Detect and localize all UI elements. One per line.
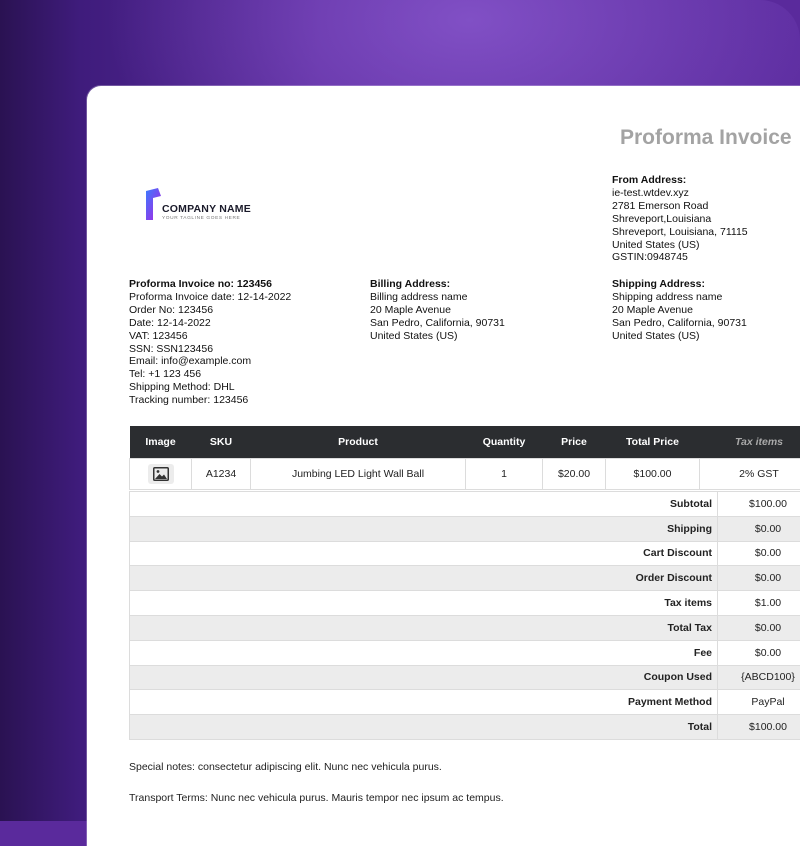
totals-row-subtotal: Subtotal$100.00 bbox=[130, 492, 800, 517]
totals-value: {ABCD100} bbox=[718, 665, 800, 690]
invoice-detail-line: Tel: +1 123 456 bbox=[129, 368, 291, 381]
totals-row-coupon: Coupon Used{ABCD100} bbox=[130, 665, 800, 690]
totals-label: Payment Method bbox=[130, 690, 718, 715]
totals-label: Subtotal bbox=[130, 492, 718, 517]
invoice-detail-line: Shipping Method: DHL bbox=[129, 381, 291, 394]
shipping-address-line: Shipping address name bbox=[612, 291, 747, 304]
totals-table: Subtotal$100.00 Shipping$0.00 Cart Disco… bbox=[129, 491, 800, 740]
invoice-detail-line: Email: info@example.com bbox=[129, 355, 291, 368]
shipping-address-line: 20 Maple Avenue bbox=[612, 304, 747, 317]
from-address: From Address: ie-test.wtdev.xyz 2781 Eme… bbox=[612, 174, 748, 264]
totals-row-shipping: Shipping$0.00 bbox=[130, 516, 800, 541]
totals-value: $100.00 bbox=[718, 715, 800, 740]
company-tagline: YOUR TAGLINE GOES HERE bbox=[162, 216, 240, 221]
table-row: A1234 Jumbing LED Light Wall Ball 1 $20.… bbox=[130, 459, 800, 490]
invoice-title: Proforma Invoice bbox=[620, 126, 792, 150]
column-header-image: Image bbox=[130, 426, 192, 459]
column-header-tax-items: Tax items bbox=[700, 426, 800, 459]
totals-label: Tax items bbox=[130, 591, 718, 616]
invoice-detail-line: Order No: 123456 bbox=[129, 304, 291, 317]
shipping-address-line: San Pedro, California, 90731 bbox=[612, 317, 747, 330]
totals-value: $1.00 bbox=[718, 591, 800, 616]
from-address-line: 2781 Emerson Road bbox=[612, 200, 748, 213]
totals-row-cart-discount: Cart Discount$0.00 bbox=[130, 541, 800, 566]
totals-value: PayPal bbox=[718, 690, 800, 715]
totals-row-payment-method: Payment MethodPayPal bbox=[130, 690, 800, 715]
billing-address: Billing Address: Billing address name 20… bbox=[370, 278, 505, 343]
totals-row-order-discount: Order Discount$0.00 bbox=[130, 566, 800, 591]
item-total-price: $100.00 bbox=[606, 459, 700, 490]
totals-label: Total Tax bbox=[130, 615, 718, 640]
shipping-address-heading: Shipping Address: bbox=[612, 278, 747, 291]
billing-address-line: San Pedro, California, 90731 bbox=[370, 317, 505, 330]
shipping-address: Shipping Address: Shipping address name … bbox=[612, 278, 747, 343]
column-header-total-price: Total Price bbox=[606, 426, 700, 459]
item-tax: 2% GST bbox=[700, 459, 800, 490]
item-quantity: 1 bbox=[466, 459, 543, 490]
totals-value: $0.00 bbox=[718, 516, 800, 541]
invoice-detail-line: VAT: 123456 bbox=[129, 330, 291, 343]
invoice-detail-line: Tracking number: 123456 bbox=[129, 394, 291, 407]
from-address-line: Shreveport, Louisiana, 71115 bbox=[612, 226, 748, 239]
image-placeholder-icon bbox=[148, 464, 174, 484]
from-address-line: Shreveport,Louisiana bbox=[612, 213, 748, 226]
totals-value: $0.00 bbox=[718, 615, 800, 640]
invoice-detail-line: Proforma Invoice date: 12-14-2022 bbox=[129, 291, 291, 304]
column-header-price: Price bbox=[543, 426, 606, 459]
item-sku: A1234 bbox=[192, 459, 251, 490]
special-notes: Special notes: consectetur adipiscing el… bbox=[129, 761, 442, 773]
totals-row-fee: Fee$0.00 bbox=[130, 640, 800, 665]
company-name: COMPANY NAME bbox=[162, 203, 251, 215]
totals-value: $100.00 bbox=[718, 492, 800, 517]
totals-row-total-tax: Total Tax$0.00 bbox=[130, 615, 800, 640]
from-address-line: United States (US) bbox=[612, 239, 748, 252]
totals-value: $0.00 bbox=[718, 640, 800, 665]
totals-label: Total bbox=[130, 715, 718, 740]
item-price: $20.00 bbox=[543, 459, 606, 490]
totals-label: Cart Discount bbox=[130, 541, 718, 566]
column-header-product: Product bbox=[251, 426, 466, 459]
billing-address-line: Billing address name bbox=[370, 291, 505, 304]
from-address-line: ie-test.wtdev.xyz bbox=[612, 187, 748, 200]
totals-label: Coupon Used bbox=[130, 665, 718, 690]
totals-label: Order Discount bbox=[130, 566, 718, 591]
totals-value: $0.00 bbox=[718, 541, 800, 566]
billing-address-heading: Billing Address: bbox=[370, 278, 505, 291]
item-product: Jumbing LED Light Wall Ball bbox=[251, 459, 466, 490]
column-header-quantity: Quantity bbox=[466, 426, 543, 459]
totals-row-tax-items: Tax items$1.00 bbox=[130, 591, 800, 616]
shipping-address-line: United States (US) bbox=[612, 330, 747, 343]
transport-terms: Transport Terms: Nunc nec vehicula purus… bbox=[129, 792, 504, 804]
company-logo-icon bbox=[145, 188, 161, 220]
totals-label: Fee bbox=[130, 640, 718, 665]
totals-row-total: Total$100.00 bbox=[130, 715, 800, 740]
totals-label: Shipping bbox=[130, 516, 718, 541]
billing-address-line: United States (US) bbox=[370, 330, 505, 343]
from-address-heading: From Address: bbox=[612, 174, 748, 187]
invoice-details: Proforma Invoice no: 123456 Proforma Inv… bbox=[129, 278, 291, 407]
from-address-line: GSTIN:0948745 bbox=[612, 251, 748, 264]
invoice-detail-line: Date: 12-14-2022 bbox=[129, 317, 291, 330]
invoice-number: Proforma Invoice no: 123456 bbox=[129, 278, 291, 291]
items-table: Image SKU Product Quantity Price Total P… bbox=[129, 426, 800, 490]
items-header-row: Image SKU Product Quantity Price Total P… bbox=[130, 426, 800, 459]
invoice-detail-line: SSN: SSN123456 bbox=[129, 343, 291, 356]
totals-value: $0.00 bbox=[718, 566, 800, 591]
item-image-cell bbox=[130, 459, 192, 490]
billing-address-line: 20 Maple Avenue bbox=[370, 304, 505, 317]
column-header-sku: SKU bbox=[192, 426, 251, 459]
